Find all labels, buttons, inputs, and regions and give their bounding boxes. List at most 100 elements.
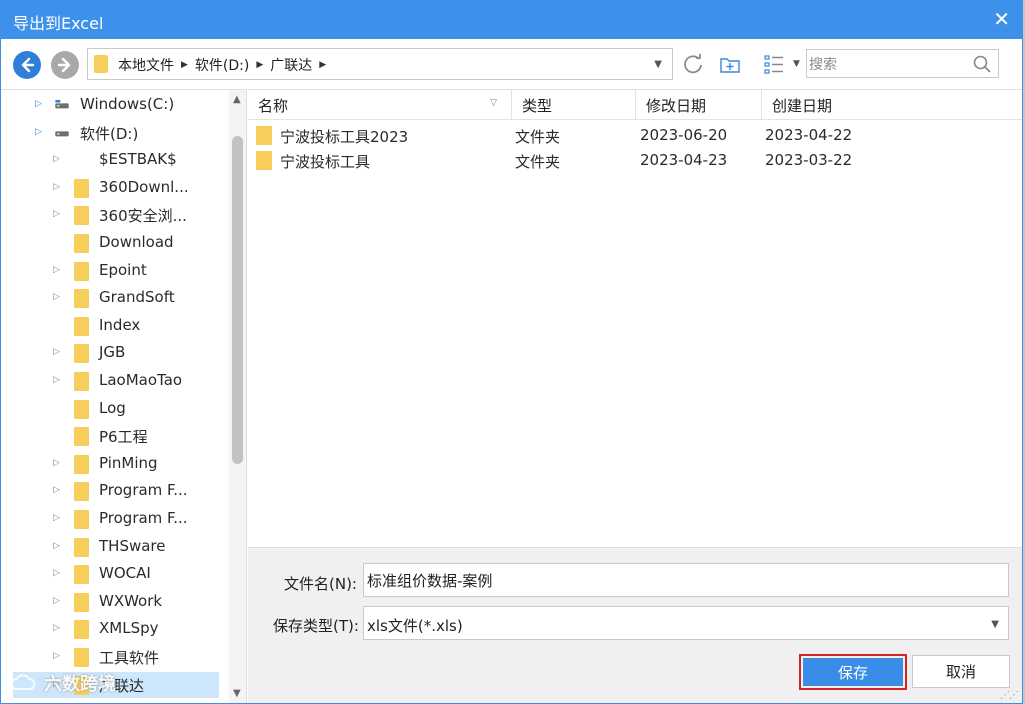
search-box[interactable] xyxy=(806,49,999,78)
tree-item[interactable]: ▷ 软件(D:) xyxy=(1,120,223,146)
tree-item[interactable]: ▷ 360Downl... xyxy=(1,175,223,201)
tree-item-label: Epoint xyxy=(99,260,147,279)
expand-arrow-icon[interactable]: ▷ xyxy=(53,209,60,219)
tree-item[interactable]: ▷ THSware xyxy=(1,534,223,560)
breadcrumb-item[interactable]: 广联达 xyxy=(270,55,312,75)
save-form: 文件名(N): 保存类型(T): xls文件(*.xls) ▼ 保存 取消 ⋰⋰ xyxy=(248,547,1022,703)
expand-arrow-icon[interactable]: ▷ xyxy=(53,651,60,661)
tree-item[interactable]: ▷ PinMing xyxy=(1,451,223,477)
scrollbar-thumb[interactable] xyxy=(232,136,243,464)
save-button[interactable]: 保存 xyxy=(799,654,907,690)
watermark: 六数跨境 xyxy=(8,670,116,696)
tree-item[interactable]: ▷ 360安全浏... xyxy=(1,202,223,228)
tree-item[interactable]: ▷ Program F... xyxy=(1,478,223,504)
arrow-left-icon xyxy=(21,57,35,73)
tree-item[interactable]: ▷ WOCAI xyxy=(1,561,223,587)
expand-arrow-icon[interactable]: ▷ xyxy=(53,265,60,275)
tree-item[interactable]: ▷ GrandSoft xyxy=(1,285,223,311)
search-icon[interactable] xyxy=(972,54,992,74)
file-modified: 2023-06-20 xyxy=(640,126,728,144)
column-name[interactable]: 名称 ▽ xyxy=(248,90,512,120)
column-modified[interactable]: 修改日期 xyxy=(636,90,762,120)
new-folder-icon[interactable] xyxy=(719,53,741,75)
expand-arrow-icon[interactable]: ▷ xyxy=(53,596,60,606)
tree-item[interactable]: ▷ Windows(C:) xyxy=(1,92,223,118)
tree-item[interactable]: Download xyxy=(1,230,223,256)
tree-scrollbar[interactable]: ▲ ▼ xyxy=(229,90,246,703)
expand-arrow-icon[interactable]: ▷ xyxy=(53,623,60,633)
breadcrumb-item[interactable]: 软件(D:) xyxy=(195,55,249,75)
column-created[interactable]: 创建日期 xyxy=(762,90,1022,120)
forward-button[interactable] xyxy=(51,51,79,79)
column-type[interactable]: 类型 xyxy=(512,90,636,120)
view-list-icon[interactable] xyxy=(763,53,785,75)
tree-item[interactable]: ▷ $ESTBAK$ xyxy=(1,147,223,173)
column-modified-label: 修改日期 xyxy=(646,96,707,115)
scroll-down-icon[interactable]: ▼ xyxy=(233,688,241,699)
refresh-icon[interactable] xyxy=(682,53,704,75)
expand-arrow-icon[interactable]: ▷ xyxy=(53,541,60,551)
tree-item[interactable]: ▷ WXWork xyxy=(1,589,223,615)
tree-item[interactable]: ▷ Epoint xyxy=(1,258,223,284)
tree-item-label: JGB xyxy=(99,343,126,362)
tree-item[interactable]: ▷ Program F... xyxy=(1,506,223,532)
tree-item[interactable]: Index xyxy=(1,313,223,339)
expand-arrow-icon[interactable]: ▷ xyxy=(53,347,60,357)
tree-item[interactable]: Log xyxy=(1,396,223,422)
folder-icon xyxy=(256,126,272,145)
breadcrumb-item[interactable]: 本地文件 xyxy=(118,55,174,75)
folder-icon xyxy=(74,344,89,364)
export-dialog: 导出到Excel ✕ 本地文件 ▶ 软件(D:) ▶ 广联达 ▶ ▼ ▼ 搜索 … xyxy=(0,0,1023,704)
chevron-right-icon[interactable]: ▶ xyxy=(319,60,326,70)
address-bar[interactable]: 本地文件 ▶ 软件(D:) ▶ 广联达 ▶ ▼ xyxy=(87,48,673,80)
file-created: 2023-04-22 xyxy=(765,126,853,144)
expand-arrow-icon[interactable]: ▷ xyxy=(35,127,42,137)
folder-tree: ▷ Windows(C:) ▷ 软件(D:) ▷ $ESTBAK$ ▷ 360Downl...… xyxy=(1,89,247,703)
folder-icon xyxy=(74,178,89,198)
filetype-select[interactable]: xls文件(*.xls) ▼ xyxy=(363,606,1009,640)
tree-item-label: 360安全浏... xyxy=(99,207,187,226)
watermark-text: 六数跨境 xyxy=(44,674,116,695)
expand-arrow-icon[interactable]: ▷ xyxy=(53,568,60,578)
expand-arrow-icon[interactable]: ▷ xyxy=(53,485,60,495)
file-type: 文件夹 xyxy=(515,128,561,146)
expand-arrow-icon[interactable]: ▷ xyxy=(35,99,42,109)
file-name: 宁波投标工具2023 xyxy=(280,128,409,146)
folder-icon xyxy=(74,648,89,667)
folder-icon xyxy=(74,620,89,640)
drive-icon xyxy=(55,130,69,136)
chevron-down-icon[interactable]: ▼ xyxy=(991,619,999,630)
expand-arrow-icon[interactable]: ▷ xyxy=(53,154,60,164)
expand-arrow-icon[interactable]: ▷ xyxy=(53,375,60,385)
file-name: 宁波投标工具 xyxy=(280,153,371,171)
tree-item[interactable]: ▷ XMLSpy xyxy=(1,616,223,642)
resize-grip-icon[interactable]: ⋰⋰ xyxy=(1000,690,1019,701)
filename-input[interactable] xyxy=(363,563,1009,597)
scroll-up-icon[interactable]: ▲ xyxy=(233,94,241,105)
tree-item[interactable]: P6工程 xyxy=(1,423,223,449)
back-button[interactable] xyxy=(13,51,41,79)
column-header: 名称 ▽ 类型 修改日期 创建日期 xyxy=(248,90,1022,120)
expand-arrow-icon[interactable]: ▷ xyxy=(53,458,60,468)
cancel-button[interactable]: 取消 xyxy=(912,655,1010,688)
search-input[interactable] xyxy=(809,53,969,75)
chevron-down-icon[interactable]: ▽ xyxy=(490,98,497,108)
expand-arrow-icon[interactable]: ▷ xyxy=(53,513,60,523)
folder-icon xyxy=(74,289,89,309)
table-row[interactable]: 宁波投标工具2023 文件夹 2023-06-20 2023-04-22 xyxy=(248,123,1022,148)
save-button-label: 保存 xyxy=(803,658,903,686)
folder-icon xyxy=(74,234,89,253)
chevron-down-icon[interactable]: ▼ xyxy=(793,59,803,69)
tree-item[interactable]: ▷ LaoMaoTao xyxy=(1,368,223,394)
chevron-down-icon[interactable]: ▼ xyxy=(654,59,662,70)
tree-item-label: 软件(D:) xyxy=(80,124,139,143)
close-icon[interactable]: ✕ xyxy=(993,7,1010,31)
expand-arrow-icon[interactable]: ▷ xyxy=(53,182,60,192)
table-row[interactable]: 宁波投标工具 文件夹 2023-04-23 2023-03-22 xyxy=(248,148,1022,173)
expand-arrow-icon[interactable]: ▷ xyxy=(53,292,60,302)
tree-item-label: THSware xyxy=(99,536,166,555)
tree-item[interactable]: ▷ 工具软件 xyxy=(1,644,223,670)
tree-item-label: WXWork xyxy=(99,591,163,610)
tree-item[interactable]: ▷ JGB xyxy=(1,340,223,366)
folder-icon xyxy=(74,482,89,502)
